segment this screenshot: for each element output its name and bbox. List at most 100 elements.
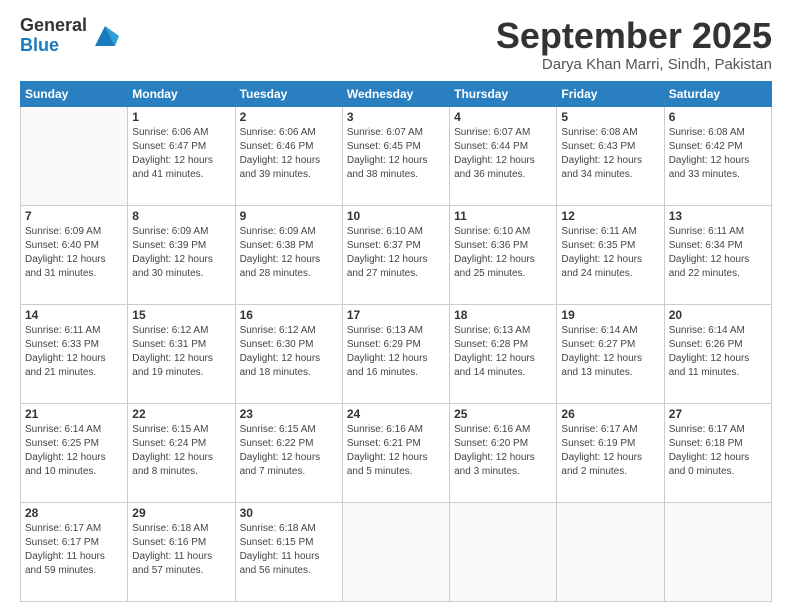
header: General Blue September 2025 Darya Khan M… [20,16,772,73]
col-wednesday: Wednesday [342,81,449,106]
calendar-cell: 13 Sunrise: 6:11 AMSunset: 6:34 PMDayligh… [664,205,771,304]
calendar-cell: 26 Sunrise: 6:17 AMSunset: 6:19 PMDayligh… [557,403,664,502]
day-info: Sunrise: 6:06 AMSunset: 6:46 PMDaylight:… [240,126,338,182]
subtitle: Darya Khan Marri, Sindh, Pakistan [496,56,772,73]
logo-general: General [20,16,87,36]
day-number: 30 [240,506,338,520]
col-sunday: Sunday [21,81,128,106]
day-number: 25 [454,407,552,421]
day-info: Sunrise: 6:14 AMSunset: 6:25 PMDaylight:… [25,423,123,479]
day-info: Sunrise: 6:08 AMSunset: 6:42 PMDaylight:… [669,126,767,182]
day-number: 11 [454,209,552,223]
day-number: 16 [240,308,338,322]
day-number: 24 [347,407,445,421]
logo-text: General Blue [20,16,87,56]
calendar-week-3: 21 Sunrise: 6:14 AMSunset: 6:25 PMDayligh… [21,403,772,502]
day-info: Sunrise: 6:10 AMSunset: 6:36 PMDaylight:… [454,225,552,281]
calendar-cell: 4 Sunrise: 6:07 AMSunset: 6:44 PMDaylight… [450,106,557,205]
calendar-cell: 11 Sunrise: 6:10 AMSunset: 6:36 PMDayligh… [450,205,557,304]
logo-blue: Blue [20,36,87,56]
calendar-cell: 19 Sunrise: 6:14 AMSunset: 6:27 PMDayligh… [557,304,664,403]
day-info: Sunrise: 6:16 AMSunset: 6:20 PMDaylight:… [454,423,552,479]
calendar-cell [664,502,771,601]
day-number: 18 [454,308,552,322]
day-info: Sunrise: 6:07 AMSunset: 6:44 PMDaylight:… [454,126,552,182]
day-number: 28 [25,506,123,520]
day-number: 3 [347,110,445,124]
day-info: Sunrise: 6:07 AMSunset: 6:45 PMDaylight:… [347,126,445,182]
day-info: Sunrise: 6:14 AMSunset: 6:27 PMDaylight:… [561,324,659,380]
day-info: Sunrise: 6:13 AMSunset: 6:28 PMDaylight:… [454,324,552,380]
day-number: 5 [561,110,659,124]
day-info: Sunrise: 6:18 AMSunset: 6:16 PMDaylight:… [132,522,230,578]
day-number: 8 [132,209,230,223]
day-number: 10 [347,209,445,223]
month-title: September 2025 [496,16,772,56]
day-number: 26 [561,407,659,421]
day-info: Sunrise: 6:13 AMSunset: 6:29 PMDaylight:… [347,324,445,380]
calendar-cell: 8 Sunrise: 6:09 AMSunset: 6:39 PMDaylight… [128,205,235,304]
day-number: 29 [132,506,230,520]
logo: General Blue [20,16,119,56]
calendar-week-2: 14 Sunrise: 6:11 AMSunset: 6:33 PMDayligh… [21,304,772,403]
day-number: 4 [454,110,552,124]
calendar-week-0: 1Sunrise: 6:06 AMSunset: 6:47 PMDaylight… [21,106,772,205]
col-thursday: Thursday [450,81,557,106]
calendar-cell [21,106,128,205]
day-number: 19 [561,308,659,322]
calendar-cell: 29 Sunrise: 6:18 AMSunset: 6:16 PMDayligh… [128,502,235,601]
day-info: Sunrise: 6:17 AMSunset: 6:19 PMDaylight:… [561,423,659,479]
calendar-cell: 20Sunrise: 6:14 AMSunset: 6:26 PMDayligh… [664,304,771,403]
page: General Blue September 2025 Darya Khan M… [0,0,792,612]
day-info: Sunrise: 6:08 AMSunset: 6:43 PMDaylight:… [561,126,659,182]
calendar-cell: 30 Sunrise: 6:18 AMSunset: 6:15 PMDayligh… [235,502,342,601]
calendar-cell: 18 Sunrise: 6:13 AMSunset: 6:28 PMDayligh… [450,304,557,403]
calendar-cell: 23Sunrise: 6:15 AMSunset: 6:22 PMDayligh… [235,403,342,502]
day-number: 13 [669,209,767,223]
calendar-cell: 15 Sunrise: 6:12 AMSunset: 6:31 PMDayligh… [128,304,235,403]
day-number: 9 [240,209,338,223]
day-number: 1 [132,110,230,124]
day-number: 23 [240,407,338,421]
calendar-cell: 14 Sunrise: 6:11 AMSunset: 6:33 PMDayligh… [21,304,128,403]
day-number: 14 [25,308,123,322]
calendar-cell: 17 Sunrise: 6:13 AMSunset: 6:29 PMDayligh… [342,304,449,403]
calendar-cell: 24 Sunrise: 6:16 AMSunset: 6:21 PMDayligh… [342,403,449,502]
calendar-cell: 10Sunrise: 6:10 AMSunset: 6:37 PMDayligh… [342,205,449,304]
day-number: 12 [561,209,659,223]
day-number: 6 [669,110,767,124]
day-number: 7 [25,209,123,223]
calendar-table: Sunday Monday Tuesday Wednesday Thursday… [20,81,772,602]
day-number: 17 [347,308,445,322]
calendar-week-4: 28Sunrise: 6:17 AMSunset: 6:17 PMDayligh… [21,502,772,601]
day-info: Sunrise: 6:11 AMSunset: 6:34 PMDaylight:… [669,225,767,281]
col-saturday: Saturday [664,81,771,106]
day-number: 21 [25,407,123,421]
logo-icon [91,22,119,50]
day-info: Sunrise: 6:12 AMSunset: 6:30 PMDaylight:… [240,324,338,380]
col-monday: Monday [128,81,235,106]
day-info: Sunrise: 6:14 AMSunset: 6:26 PMDaylight:… [669,324,767,380]
calendar-cell: 2 Sunrise: 6:06 AMSunset: 6:46 PMDaylight… [235,106,342,205]
calendar-cell: 7 Sunrise: 6:09 AMSunset: 6:40 PMDaylight… [21,205,128,304]
header-row: Sunday Monday Tuesday Wednesday Thursday… [21,81,772,106]
calendar-cell: 3 Sunrise: 6:07 AMSunset: 6:45 PMDaylight… [342,106,449,205]
calendar-week-1: 7 Sunrise: 6:09 AMSunset: 6:40 PMDaylight… [21,205,772,304]
day-number: 2 [240,110,338,124]
day-info: Sunrise: 6:11 AMSunset: 6:33 PMDaylight:… [25,324,123,380]
day-info: Sunrise: 6:12 AMSunset: 6:31 PMDaylight:… [132,324,230,380]
calendar-cell: 28Sunrise: 6:17 AMSunset: 6:17 PMDayligh… [21,502,128,601]
calendar-cell: 6 Sunrise: 6:08 AMSunset: 6:42 PMDaylight… [664,106,771,205]
calendar-cell: 27Sunrise: 6:17 AMSunset: 6:18 PMDayligh… [664,403,771,502]
day-number: 15 [132,308,230,322]
calendar-cell: 25 Sunrise: 6:16 AMSunset: 6:20 PMDayligh… [450,403,557,502]
day-info: Sunrise: 6:09 AMSunset: 6:40 PMDaylight:… [25,225,123,281]
col-tuesday: Tuesday [235,81,342,106]
day-info: Sunrise: 6:18 AMSunset: 6:15 PMDaylight:… [240,522,338,578]
calendar-cell: 9Sunrise: 6:09 AMSunset: 6:38 PMDaylight… [235,205,342,304]
calendar-cell: 21 Sunrise: 6:14 AMSunset: 6:25 PMDayligh… [21,403,128,502]
calendar-cell [342,502,449,601]
day-info: Sunrise: 6:09 AMSunset: 6:39 PMDaylight:… [132,225,230,281]
day-info: Sunrise: 6:16 AMSunset: 6:21 PMDaylight:… [347,423,445,479]
day-number: 22 [132,407,230,421]
